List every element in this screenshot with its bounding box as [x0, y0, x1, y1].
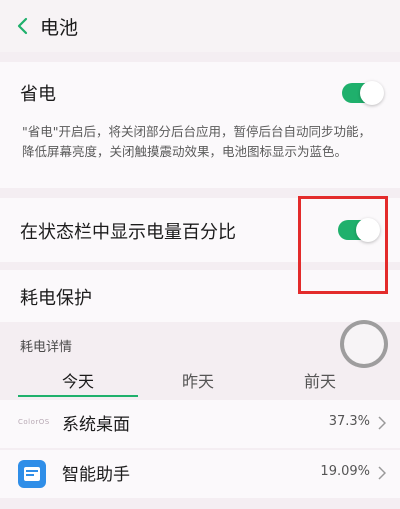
- power-saving-row[interactable]: 省电: [0, 62, 400, 120]
- assistant-icon: [18, 460, 46, 488]
- power-saving-card: 省电 "省电"开启后，将关闭部分后台应用，暂停后台自动同步功能，降低屏幕亮度，关…: [0, 62, 400, 188]
- tab-today[interactable]: 今天: [62, 368, 94, 392]
- battery-percentage-label: 在状态栏中显示电量百分比: [20, 222, 236, 243]
- app-percent: 19.09%: [320, 464, 370, 479]
- app-percent: 37.3%: [328, 414, 370, 429]
- launcher-icon-text: ColorOS: [18, 418, 50, 426]
- app-row-assistant[interactable]: 智能助手 19.09%: [0, 450, 400, 498]
- details-section-title: 耗电详情: [20, 340, 73, 355]
- floating-assistive-button[interactable]: [340, 320, 388, 368]
- page-title: 电池: [40, 16, 79, 39]
- highlight-box: [298, 196, 388, 294]
- app-name: 系统桌面: [62, 415, 130, 435]
- tab-day-before[interactable]: 前天: [304, 368, 336, 392]
- power-saving-label: 省电: [20, 84, 56, 105]
- chevron-right-icon: [378, 466, 386, 480]
- chevron-right-icon: [378, 416, 386, 430]
- active-tab-indicator: [18, 395, 138, 397]
- power-protection-label: 耗电保护: [20, 288, 92, 309]
- app-row-launcher[interactable]: ColorOS 系统桌面 37.3%: [0, 400, 400, 448]
- tab-yesterday[interactable]: 昨天: [182, 368, 214, 392]
- details-tabs: 今天 昨天 前天: [0, 362, 400, 398]
- toggle-knob: [360, 81, 384, 105]
- app-name: 智能助手: [62, 465, 130, 485]
- back-arrow-icon[interactable]: [14, 17, 32, 35]
- power-saving-toggle[interactable]: [342, 81, 384, 105]
- power-saving-description: "省电"开启后，将关闭部分后台应用，暂停后台自动同步功能，降低屏幕亮度，关闭触摸…: [22, 124, 372, 159]
- header-bar: 电池: [0, 0, 400, 52]
- launcher-icon: ColorOS: [18, 410, 49, 438]
